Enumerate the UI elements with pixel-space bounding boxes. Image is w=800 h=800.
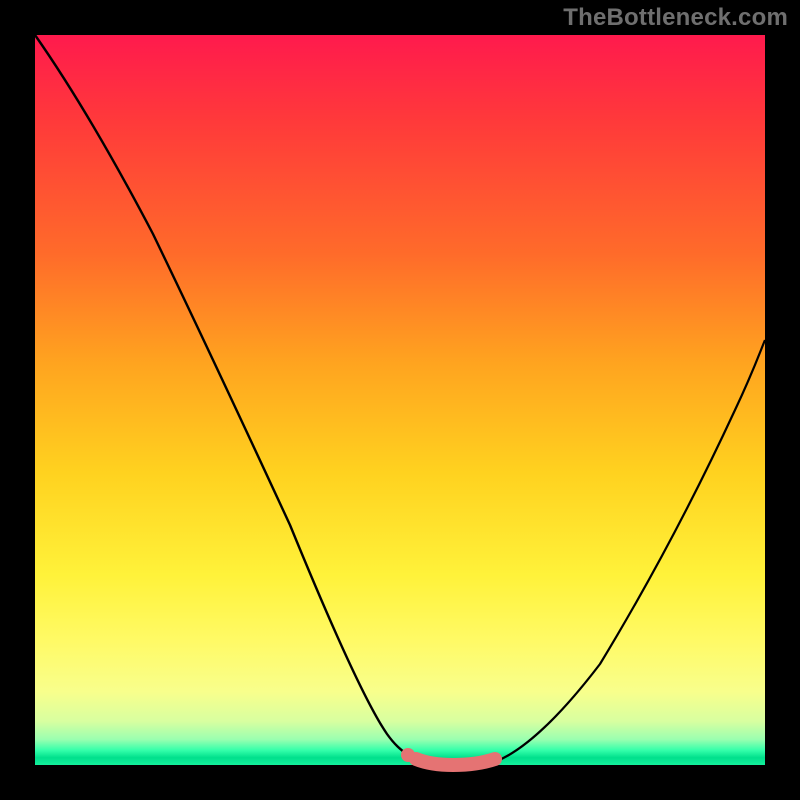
chart-svg-layer xyxy=(35,35,765,765)
watermark-text: TheBottleneck.com xyxy=(563,4,788,32)
right-curve xyxy=(497,340,765,761)
chart-frame: TheBottleneck.com xyxy=(0,0,800,800)
left-marker-dot xyxy=(401,748,415,762)
left-curve xyxy=(35,35,415,761)
valley-floor-marker xyxy=(416,759,495,765)
